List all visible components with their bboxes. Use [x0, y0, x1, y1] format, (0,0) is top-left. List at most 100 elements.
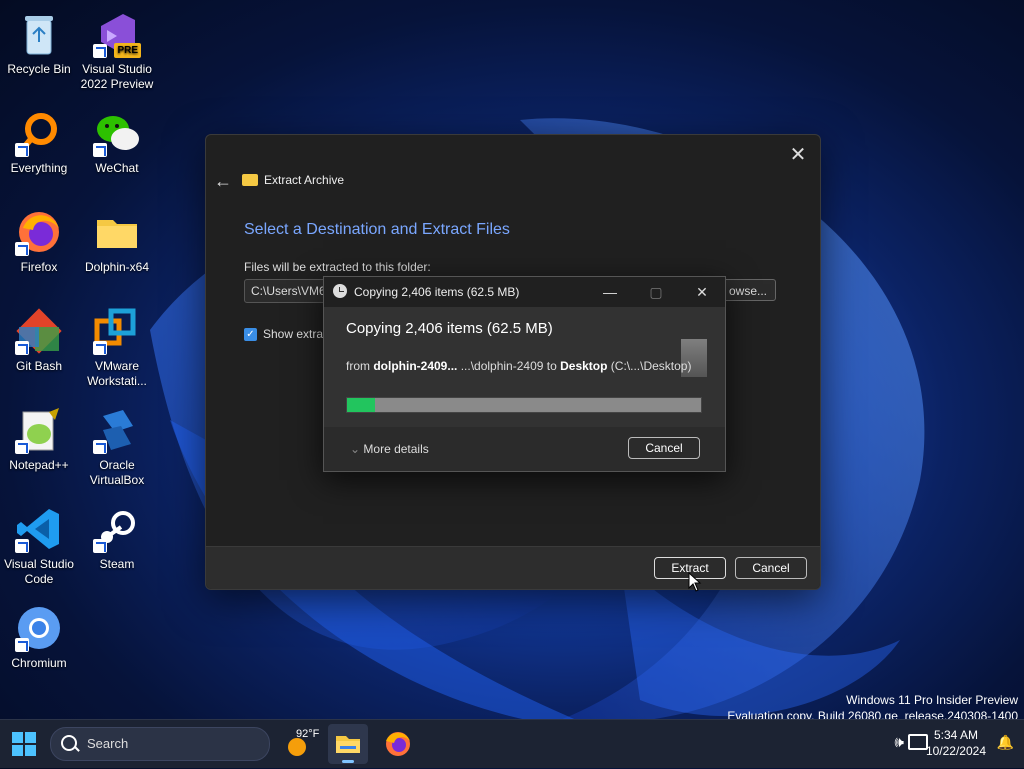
from-prefix: from	[346, 359, 374, 373]
desktop-icon-everything[interactable]: Everything	[0, 103, 78, 176]
visual-studio-icon: PRE	[93, 10, 141, 58]
cancel-button[interactable]: Cancel	[735, 557, 807, 579]
everything-icon	[15, 109, 63, 157]
shortcut-arrow-icon	[93, 440, 107, 454]
shortcut-arrow-icon	[15, 440, 29, 454]
copy-body: Copying 2,406 items (62.5 MB) from dolph…	[324, 307, 725, 427]
progress-fill	[347, 398, 376, 412]
search-box[interactable]: Search	[50, 727, 270, 761]
search-icon	[61, 735, 77, 751]
firefox-icon	[386, 732, 410, 756]
destination-label: Files will be extracted to this folder:	[244, 260, 431, 274]
dialog-heading: Select a Destination and Extract Files	[244, 221, 510, 238]
back-arrow-icon[interactable]: ←	[214, 171, 232, 192]
dialog-footer: Extract Cancel	[206, 546, 820, 589]
desktop-icon-firefox[interactable]: Firefox	[0, 202, 78, 275]
chromium-icon	[15, 604, 63, 652]
more-details-label: More details	[363, 442, 429, 456]
show-extracted-label: Show extract	[263, 327, 333, 341]
mouse-cursor-icon	[688, 572, 702, 592]
clock-icon	[333, 284, 347, 298]
copy-window-title: Copying 2,406 items (62.5 MB)	[354, 285, 520, 299]
notification-bell-icon[interactable]: 🔔	[997, 734, 1014, 751]
desktop-icon-label: Git Bash	[15, 359, 63, 373]
dialog-title: Extract Archive	[242, 173, 344, 187]
weather-widget[interactable]: 92°F	[288, 728, 320, 758]
desktop-icon-recycle-bin[interactable]: Recycle Bin	[0, 4, 78, 77]
checkmark-icon: ✓	[244, 327, 257, 341]
copy-source-text: from dolphin-2409... ...\dolphin-2409 to…	[346, 359, 691, 373]
clock-date: 10/22/2024	[925, 744, 986, 758]
desktop-icon-dolphin[interactable]: Dolphin-x64	[78, 202, 156, 275]
copy-heading: Copying 2,406 items (62.5 MB)	[346, 320, 553, 337]
volume-icon[interactable]: 🕪	[895, 734, 904, 751]
shortcut-arrow-icon	[15, 341, 29, 355]
taskbar: Search 92°F 🕪 5:34 AM 10/22/2024 🔔	[0, 719, 1024, 768]
copy-cancel-button[interactable]: Cancel	[628, 437, 700, 459]
desktop-icons: Recycle Bin PRE Visual Studio 2022 Previ…	[0, 0, 160, 720]
shortcut-arrow-icon	[93, 44, 107, 58]
shortcut-arrow-icon	[15, 143, 29, 157]
desktop-icon-label: Recycle Bin	[7, 62, 71, 76]
weather-temp: 92°F	[296, 728, 320, 740]
desktop-icon-chromium[interactable]: Chromium	[0, 598, 78, 671]
taskbar-clock[interactable]: 5:34 AM 10/22/2024	[926, 727, 986, 759]
taskbar-firefox[interactable]	[378, 724, 418, 764]
desktop-icon-virtualbox[interactable]: Oracle VirtualBox	[78, 400, 156, 488]
destination-path: (C:\...\Desktop)	[607, 359, 692, 373]
copy-titlebar: Copying 2,406 items (62.5 MB) — ▢ ✕	[324, 277, 725, 307]
close-icon[interactable]: ✕	[784, 141, 812, 169]
chevron-down-icon: ⌄	[350, 442, 361, 456]
desktop-icon-label: Chromium	[11, 656, 67, 670]
show-extracted-checkbox[interactable]: ✓ Show extract	[244, 327, 332, 341]
desktop-icon-label: Visual Studio Code	[4, 557, 74, 586]
notepad-plus-plus-icon	[15, 406, 63, 454]
shortcut-arrow-icon	[15, 638, 29, 652]
desktop-icon-label: Dolphin-x64	[84, 260, 150, 274]
copy-progress-dialog: Copying 2,406 items (62.5 MB) — ▢ ✕ Copy…	[323, 276, 726, 472]
minimize-icon[interactable]: —	[598, 281, 622, 303]
desktop-icon-steam[interactable]: Steam	[78, 499, 156, 572]
desktop-icon-label: Visual Studio 2022 Preview	[80, 62, 154, 91]
maximize-icon: ▢	[649, 284, 663, 300]
dialog-title-text: Extract Archive	[264, 173, 345, 187]
git-bash-icon	[15, 307, 63, 355]
recycle-bin-icon	[15, 10, 63, 58]
shortcut-arrow-icon	[93, 143, 107, 157]
desktop-icon-label: Notepad++	[9, 458, 69, 472]
shortcut-arrow-icon	[93, 341, 107, 355]
desktop-icon-wechat[interactable]: WeChat	[78, 103, 156, 176]
source-name[interactable]: dolphin-2409...	[373, 359, 457, 373]
close-icon[interactable]: ✕	[690, 281, 714, 303]
from-middle: ...\dolphin-2409 to	[457, 359, 561, 373]
desktop-icon-notepad-plus-plus[interactable]: Notepad++	[0, 400, 78, 473]
desktop-icon-vscode[interactable]: Visual Studio Code	[0, 499, 78, 587]
search-placeholder: Search	[87, 736, 129, 751]
taskbar-file-explorer[interactable]	[328, 724, 368, 764]
clock-time: 5:34 AM	[933, 728, 978, 742]
file-explorer-icon	[336, 736, 360, 753]
folder-icon	[93, 208, 141, 256]
desktop-icon-label: Everything	[10, 161, 68, 175]
virtualbox-icon	[93, 406, 141, 454]
firefox-icon	[15, 208, 63, 256]
more-details-toggle[interactable]: ⌄ More details	[350, 442, 429, 456]
sun-icon	[288, 738, 306, 756]
desktop-icon-label: Oracle VirtualBox	[89, 458, 145, 487]
start-button[interactable]	[12, 732, 36, 756]
desktop-icon-vmware[interactable]: VMware Workstati...	[78, 301, 156, 389]
desktop-icon-label: Steam	[99, 557, 135, 571]
desktop-icon-label: WeChat	[95, 161, 139, 175]
shortcut-arrow-icon	[15, 539, 29, 553]
shortcut-arrow-icon	[93, 539, 107, 553]
desktop-icon-visual-studio[interactable]: PRE Visual Studio 2022 Preview	[78, 4, 156, 92]
vmware-icon	[93, 307, 141, 355]
progress-bar	[346, 397, 702, 413]
watermark-line1: Windows 11 Pro Insider Preview	[846, 693, 1018, 707]
vscode-icon	[15, 505, 63, 553]
desktop-icon-git-bash[interactable]: Git Bash	[0, 301, 78, 374]
wechat-icon	[93, 109, 141, 157]
desktop-icon-label: Firefox	[20, 260, 58, 274]
destination-name[interactable]: Desktop	[560, 359, 607, 373]
folder-icon	[242, 174, 258, 186]
